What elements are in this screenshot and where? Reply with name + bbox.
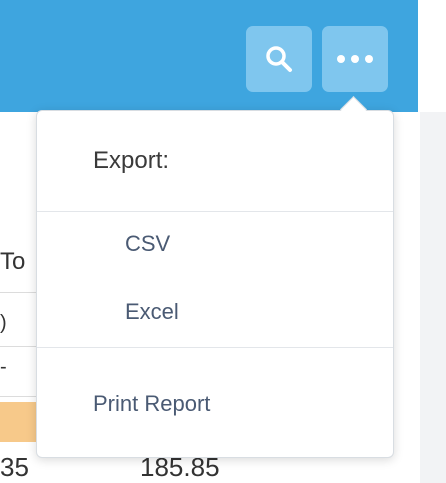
more-horizontal-icon <box>337 55 373 63</box>
table-divider <box>0 346 36 347</box>
menu-header: Export: <box>93 147 170 174</box>
app-stage: To ) - 35 185.85 Export: CSV Excel Print… <box>0 0 446 483</box>
table-divider <box>0 396 36 397</box>
table-cell: ) <box>0 312 7 334</box>
search-icon <box>266 46 292 72</box>
menu-divider <box>37 211 393 212</box>
table-row-highlighted[interactable] <box>0 402 36 442</box>
print-report-item[interactable]: Print Report <box>93 391 210 417</box>
right-panel-edge <box>420 112 446 483</box>
search-button[interactable] <box>246 26 312 92</box>
table-cell: - <box>0 356 7 378</box>
table-cell: 35 <box>0 452 29 482</box>
dot <box>337 55 345 63</box>
more-options-button[interactable] <box>322 26 388 92</box>
export-dropdown-menu: Export: CSV Excel Print Report <box>36 110 394 458</box>
menu-divider <box>37 347 393 348</box>
table-divider <box>0 292 36 293</box>
dot <box>365 55 373 63</box>
table-column-header: To <box>0 248 26 275</box>
dot <box>351 55 359 63</box>
export-csv-item[interactable]: CSV <box>125 231 170 257</box>
export-excel-item[interactable]: Excel <box>125 299 179 325</box>
